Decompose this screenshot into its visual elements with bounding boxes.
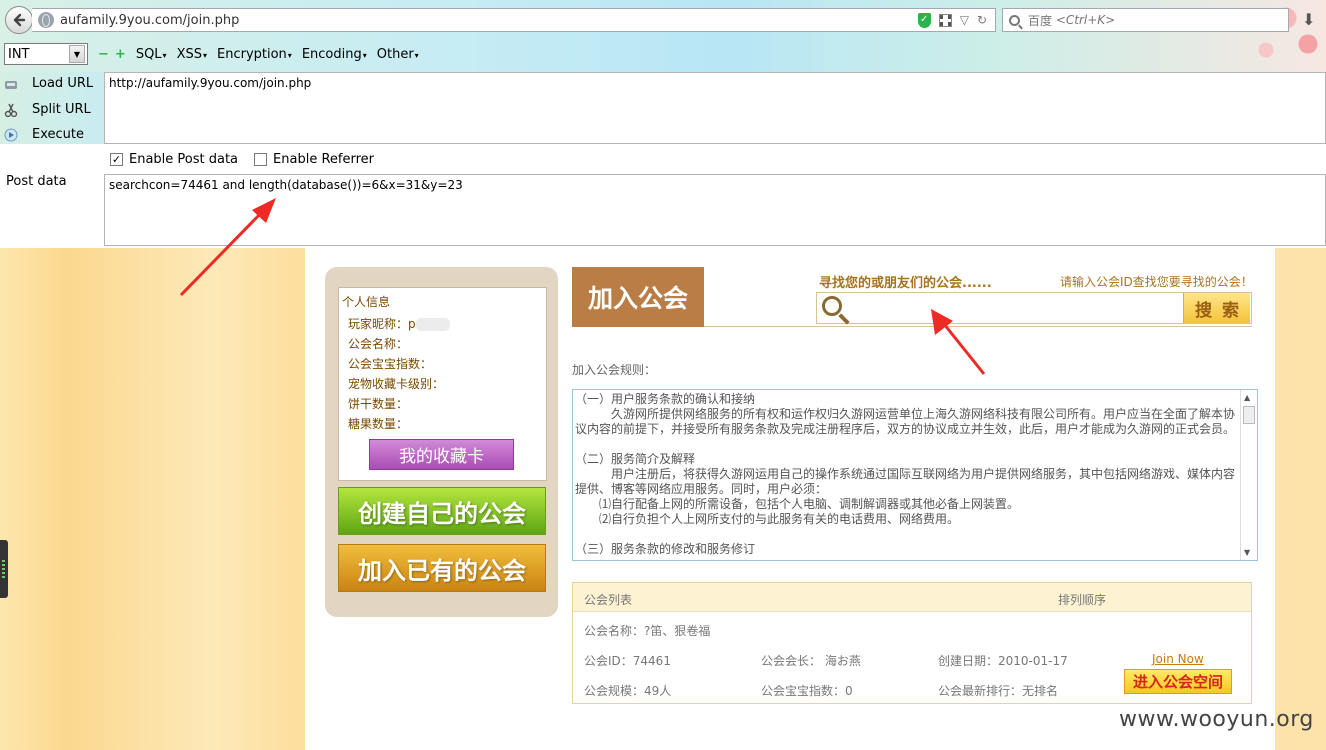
enter-guild-space-button[interactable]: 进入公会空间 [1124, 669, 1232, 694]
menu-encryption[interactable]: Encryption [217, 47, 292, 62]
guild-name-row: 公会名称： [348, 337, 409, 351]
load-url-label: Load URL [32, 76, 94, 91]
scroll-down-icon[interactable]: ▼ [1244, 548, 1250, 557]
create-guild-button[interactable]: 创建自己的公会 [338, 487, 546, 535]
qr-code-icon[interactable] [938, 13, 952, 27]
post-data-label: Post data [6, 174, 67, 189]
int-select[interactable]: INT ▼ [4, 43, 88, 65]
guild-leader: 公会会长： 海お燕 [761, 654, 861, 668]
join-now-link[interactable]: Join Now [1152, 652, 1204, 666]
int-select-value: INT [8, 46, 30, 62]
rules-textarea[interactable]: （一）用户服务条款的确认和接纳 久游网所提供网络服务的所有权和运作权归久游网运营… [572, 389, 1258, 561]
split-url-label: Split URL [32, 102, 91, 117]
address-bar[interactable]: aufamily.9you.com/join.php ✓ ▽ ↻ [32, 8, 996, 32]
rules-line: ⑵自行负担个人上网所支付的与此服务有关的电话费用、网络费用。 [575, 512, 960, 526]
shield-icon[interactable]: ✓ [917, 12, 931, 28]
candies-row: 糖果数量： [348, 417, 409, 431]
guild-created-date: 创建日期：2010-01-17 [938, 654, 1068, 668]
guild-search-button[interactable]: 搜索 [1183, 293, 1250, 323]
enable-post-label: Enable Post data [129, 152, 239, 167]
menu-other[interactable]: Other [377, 47, 419, 62]
rules-scrollbar[interactable]: ▲ ▼ [1240, 390, 1257, 560]
execute-button[interactable]: Execute [4, 127, 84, 142]
back-button[interactable] [5, 6, 33, 34]
nickname-row: 玩家昵称：p [348, 315, 450, 332]
plus-icon[interactable]: + [115, 47, 126, 62]
execute-label: Execute [32, 127, 84, 142]
search-placeholder-shortcut: <Ctrl+K> [1055, 13, 1116, 27]
header-divider [704, 326, 1252, 327]
profile-title: 个人信息 [342, 295, 391, 309]
chevron-down-icon: ▼ [69, 45, 85, 63]
reload-icon[interactable]: ↻ [977, 13, 987, 27]
search-placeholder-prefix: 百度 [1028, 13, 1053, 28]
search-box[interactable]: 百度 <Ctrl+K> [1002, 8, 1289, 32]
enable-referrer-label: Enable Referrer [273, 152, 374, 167]
rules-line: ⑴自行配备上网的所需设备，包括个人电脑、调制解调器或其他必备上网装置。 [575, 497, 1020, 511]
guild-baby-index: 公会宝宝指数：0 [761, 684, 853, 698]
download-icon[interactable]: ⬇ [1302, 10, 1318, 29]
guild-list-header [573, 583, 1251, 612]
side-handle[interactable] [0, 540, 8, 598]
split-url-button[interactable]: Split URL [4, 102, 91, 117]
join-existing-guild-button[interactable]: 加入已有的公会 [338, 544, 546, 592]
enable-post-checkbox[interactable]: ✓ Enable Post data [110, 152, 238, 167]
rules-line: （二）服务简介及解释 [575, 452, 696, 466]
rules-line: （一）用户服务条款的确认和接纳 [575, 392, 756, 406]
load-url-button[interactable]: Load URL [4, 76, 93, 91]
scissors-icon [4, 103, 18, 117]
menu-encoding[interactable]: Encoding [302, 47, 367, 62]
load-url-icon [5, 80, 17, 89]
hackbar-url-field[interactable]: http://aufamily.9you.com/join.php [104, 72, 1326, 144]
minus-icon[interactable]: − [98, 47, 109, 62]
my-card-button[interactable]: 我的收藏卡 [369, 439, 514, 470]
nickname-value: p [408, 317, 416, 331]
menu-xss[interactable]: XSS [177, 47, 207, 62]
back-arrow-icon [13, 13, 26, 27]
rules-line: 用户注册后，将获得久游网运用自己的操作系统通过国际互联网络为用户提供网络服务，其… [575, 467, 1236, 496]
hackbar-panel: Load URL Split URL Execute http://aufami… [0, 72, 1326, 248]
browser-chrome: aufamily.9you.com/join.php ✓ ▽ ↻ 百度 <Ctr… [0, 0, 1326, 72]
rules-label: 加入公会规则： [572, 363, 657, 377]
guild-list-column: 公会列表 [584, 593, 633, 607]
search-hint-text: 请输入公会ID查找您要寻找的公会！ [1060, 275, 1253, 289]
enable-referrer-checkbox[interactable]: Enable Referrer [254, 152, 374, 167]
post-data-field[interactable]: searchcon=74461 and length(database())=6… [104, 174, 1326, 246]
scroll-up-icon[interactable]: ▲ [1244, 393, 1250, 402]
search-icon [1009, 14, 1020, 26]
url-text: aufamily.9you.com/join.php [60, 12, 240, 28]
biscuits-row: 饼干数量： [348, 397, 409, 411]
rules-line [575, 437, 1237, 452]
play-icon [4, 128, 18, 141]
watermark: www.wooyun.org [1119, 707, 1314, 732]
scroll-thumb[interactable] [1243, 406, 1255, 424]
rules-line: 久游网所提供网络服务的所有权和运作权归久游网运营单位上海久游网络科技有限公司所有… [575, 407, 1236, 436]
menu-sql[interactable]: SQL [136, 47, 167, 62]
sort-order-column[interactable]: 排列顺序 [1058, 591, 1106, 608]
rules-line [575, 527, 1237, 542]
guild-id: 公会ID：74461 [584, 654, 671, 668]
magnifier-icon [822, 296, 842, 316]
page-title: 加入公会 [572, 267, 704, 327]
guild-name: 公会名称：?笛、狠卷福 [584, 624, 711, 638]
checkbox-checked-icon: ✓ [110, 153, 123, 166]
globe-icon [38, 12, 54, 28]
find-guild-text: 寻找您的或朋友们的公会...... [819, 276, 992, 291]
guild-size: 公会规模：49人 [584, 684, 672, 698]
nickname-label: 玩家昵称： [348, 317, 409, 331]
dropdown-icon[interactable]: ▽ [960, 13, 969, 27]
guild-baby-index-row: 公会宝宝指数： [348, 357, 433, 371]
rules-line: （三）服务条款的修改和服务修订 [575, 542, 756, 556]
pet-card-level-row: 宠物收藏卡级别： [348, 377, 445, 391]
hackbar-toolbar: INT ▼ − + SQL XSS Encryption Encoding Ot… [4, 43, 419, 65]
blurred-name [415, 318, 450, 331]
checkbox-unchecked-icon [254, 153, 268, 166]
guild-rank: 公会最新排行：无排名 [938, 684, 1059, 698]
